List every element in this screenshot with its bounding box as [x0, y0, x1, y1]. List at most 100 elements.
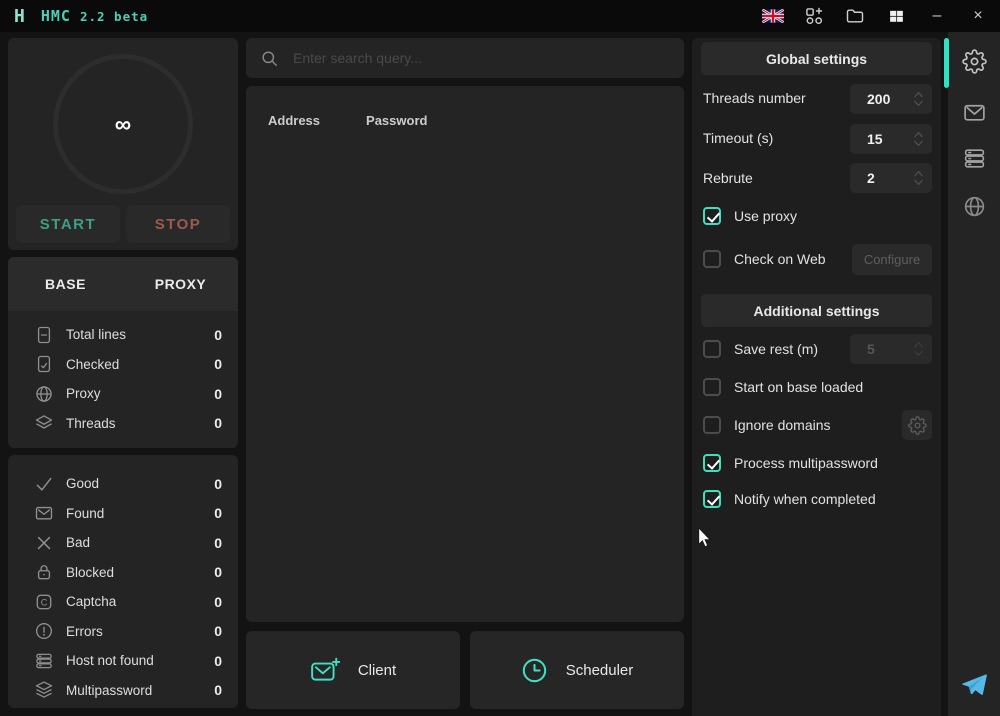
search-input[interactable] [293, 50, 670, 66]
base-stat-list: Total lines 0 Checked 0 Proxy 0 Threads … [8, 320, 238, 438]
save-rest-spinner: 5 [850, 334, 932, 364]
results-table[interactable]: Address Password [246, 86, 684, 622]
threads-number-value: 200 [867, 91, 890, 107]
stat-value: 0 [214, 415, 222, 431]
save-rest-checkbox[interactable] [703, 340, 721, 358]
stop-button[interactable]: STOP [126, 205, 230, 243]
threads-number-label: Threads number [703, 90, 806, 106]
tab-base[interactable]: BASE [8, 257, 123, 311]
stat-value: 0 [214, 623, 222, 639]
titlebar: H HMC 2.2 beta [0, 0, 1000, 32]
spinner-arrows-icon[interactable] [913, 129, 924, 149]
start-on-base-row[interactable]: Start on base loaded [703, 378, 930, 396]
spinner-arrows-icon[interactable] [913, 168, 924, 188]
tab-proxy[interactable]: PROXY [123, 257, 238, 311]
timeout-spinner[interactable]: 15 [850, 124, 932, 154]
notify-completed-label: Notify when completed [734, 491, 876, 507]
start-button[interactable]: START [16, 205, 120, 243]
language-flag-uk-icon[interactable] [762, 5, 784, 27]
stat-value: 0 [214, 564, 222, 580]
stat-row-good: Good 0 [8, 469, 238, 499]
process-multipassword-checkbox[interactable] [703, 454, 721, 472]
stat-label: Threads [66, 416, 116, 431]
result-stats-panel: Good 0 Found 0 Bad 0 Blocked 0 [8, 455, 238, 708]
windows-logo-icon[interactable] [885, 5, 907, 27]
stat-value: 0 [214, 505, 222, 521]
configure-button[interactable]: Configure [852, 244, 932, 275]
file-icon [34, 325, 54, 345]
use-proxy-checkbox[interactable] [703, 207, 721, 225]
progress-ring: ∞ [53, 54, 193, 194]
gear-icon [962, 49, 987, 74]
nav-web-item[interactable] [962, 194, 987, 219]
save-rest-label: Save rest (m) [734, 341, 818, 357]
stat-label: Errors [66, 624, 103, 639]
nav-mail-item[interactable] [962, 100, 987, 125]
ignore-domains-checkbox[interactable] [703, 416, 721, 434]
check-icon [34, 474, 54, 494]
client-button-label: Client [358, 662, 396, 679]
database-icon [962, 146, 987, 171]
mail-plus-icon [310, 657, 340, 683]
stat-label: Good [66, 476, 99, 491]
notify-completed-row[interactable]: Notify when completed [703, 490, 930, 508]
layers-icon [34, 680, 54, 700]
stat-label: Multipassword [66, 683, 152, 698]
file-check-icon [34, 354, 54, 374]
active-nav-indicator [944, 38, 949, 88]
check-on-web-label: Check on Web [734, 251, 826, 267]
app-title: HMC [41, 7, 71, 25]
scheduler-button[interactable]: Scheduler [470, 631, 684, 709]
stat-label: Host not found [66, 653, 154, 668]
nav-database-item[interactable] [962, 146, 987, 171]
titlebar-actions: – × [762, 5, 1000, 27]
check-on-web-checkbox[interactable] [703, 250, 721, 268]
spinner-arrows-icon [913, 339, 924, 359]
nav-sidebar [948, 32, 1000, 716]
stat-value: 0 [214, 682, 222, 698]
client-button[interactable]: Client [246, 631, 460, 709]
result-stat-list: Good 0 Found 0 Bad 0 Blocked 0 [8, 469, 238, 705]
use-proxy-row[interactable]: Use proxy [703, 207, 930, 225]
column-address[interactable]: Address [268, 113, 320, 128]
stat-value: 0 [214, 327, 222, 343]
close-button[interactable]: × [967, 5, 989, 27]
ignore-domains-label: Ignore domains [734, 417, 831, 433]
captcha-icon: C [34, 592, 54, 612]
infinity-symbol: ∞ [115, 111, 131, 138]
rebrute-label: Rebrute [703, 170, 753, 186]
stat-row-total-lines: Total lines 0 [8, 320, 238, 350]
folder-icon[interactable] [844, 5, 866, 27]
minimize-glyph: – [933, 8, 942, 24]
threads-number-spinner[interactable]: 200 [850, 84, 932, 114]
x-icon [34, 533, 54, 553]
notify-completed-checkbox[interactable] [703, 490, 721, 508]
column-password[interactable]: Password [366, 113, 427, 128]
stat-label: Checked [66, 357, 119, 372]
stat-row-proxy: Proxy 0 [8, 379, 238, 409]
add-widget-icon[interactable] [803, 5, 825, 27]
minimize-button[interactable]: – [926, 5, 948, 27]
globe-icon [962, 194, 987, 219]
additional-settings-header: Additional settings [701, 294, 932, 327]
mail-icon [34, 503, 54, 523]
settings-panel: Global settings Threads number 200 Timeo… [692, 38, 941, 716]
process-multipassword-row[interactable]: Process multipassword [703, 454, 930, 472]
stat-row-threads: Threads 0 [8, 409, 238, 439]
stat-label: Total lines [66, 327, 126, 342]
results-table-header: Address Password [246, 86, 684, 128]
timeout-label: Timeout (s) [703, 130, 773, 146]
nav-settings-item[interactable] [962, 49, 987, 74]
spinner-arrows-icon[interactable] [913, 89, 924, 109]
ignore-domains-row[interactable]: Ignore domains [703, 416, 930, 434]
rebrute-spinner[interactable]: 2 [850, 163, 932, 193]
app-version: 2.2 beta [80, 9, 148, 24]
ignore-domains-configure-button[interactable] [902, 410, 932, 440]
app-logo: H [14, 6, 25, 27]
save-rest-value: 5 [867, 341, 875, 357]
telegram-button[interactable] [960, 671, 988, 697]
start-on-base-checkbox[interactable] [703, 378, 721, 396]
stat-value: 0 [214, 476, 222, 492]
stat-row-found: Found 0 [8, 499, 238, 529]
process-multipassword-label: Process multipassword [734, 455, 878, 471]
